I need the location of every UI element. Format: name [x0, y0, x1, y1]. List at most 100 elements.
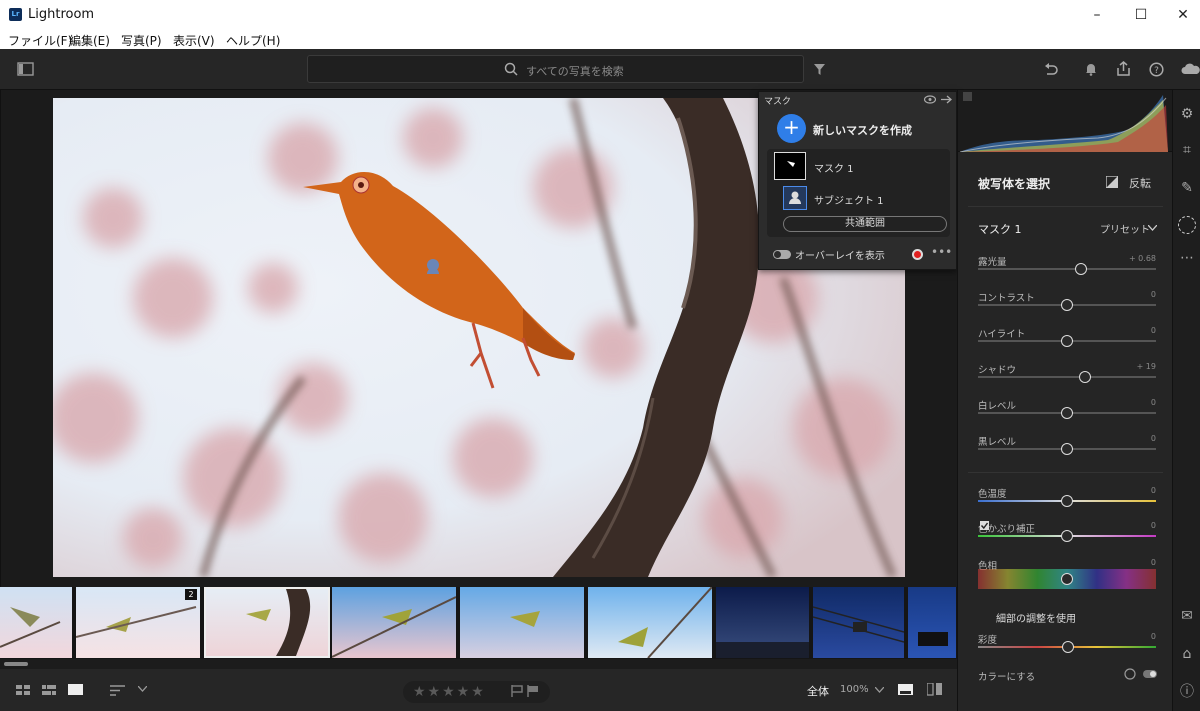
fit-label[interactable]: 全体: [807, 683, 829, 699]
tag-icon[interactable]: ⌂: [1179, 646, 1195, 662]
menu-edit[interactable]: 編集(E): [69, 32, 110, 49]
share-icon[interactable]: [1116, 61, 1131, 76]
slider-knob[interactable]: [1061, 335, 1073, 347]
clipping-shadow-toggle: [963, 92, 972, 101]
slider-5[interactable]: 黒レベル 0: [978, 434, 1158, 464]
bell-icon[interactable]: [1085, 62, 1097, 76]
app-logo: Lr: [9, 8, 22, 21]
slider-6[interactable]: 色温度 0: [978, 486, 1158, 516]
help-icon[interactable]: ?: [1149, 62, 1164, 77]
menu-photo[interactable]: 写真(P): [121, 32, 162, 49]
slider-0[interactable]: 露光量 + 0.68: [978, 254, 1158, 284]
filmstrip-thumb[interactable]: [813, 587, 906, 658]
filmstrip-thumb[interactable]: [460, 587, 586, 658]
filmstrip-thumb[interactable]: 2: [76, 587, 202, 658]
zoom-level[interactable]: 100%: [840, 684, 869, 695]
undo-icon[interactable]: [1044, 63, 1058, 76]
invert-label[interactable]: 反転: [1129, 175, 1151, 191]
info-icon[interactable]: ⓘ: [1179, 684, 1195, 700]
slider-knob[interactable]: [1061, 495, 1073, 507]
flag-pick-icon[interactable]: [511, 685, 523, 697]
fine-adjust-label: 細部の調整を使用: [996, 614, 1076, 625]
filmstrip-thumb[interactable]: [332, 587, 458, 658]
slider-track[interactable]: [978, 268, 1156, 270]
detail-view-icon[interactable]: [68, 684, 84, 696]
mask-1-label[interactable]: マスク 1: [814, 160, 854, 175]
edit-panel: 被写体を選択 反転 マスク 1 プリセット 露光量 + 0.68 コントラスト 0 ハイ…: [957, 90, 1173, 711]
stack-count-badge: 2: [185, 589, 197, 600]
slider-7[interactable]: 色かぶり補正 0: [978, 521, 1158, 551]
search-placeholder: すべての写真を検索: [526, 65, 624, 78]
healing-icon[interactable]: ✎: [1179, 180, 1195, 196]
photo-grid-icon[interactable]: [42, 685, 57, 696]
slider-track[interactable]: [978, 376, 1156, 378]
filmstrip-thumb[interactable]: [908, 587, 957, 658]
eye-icon[interactable]: [924, 95, 936, 104]
overlay-toggle[interactable]: [773, 250, 791, 259]
tool-rail: ⚙ ⌗ ✎ ⋯ ✉ ⌂ ⓘ: [1172, 90, 1200, 711]
select-subject-label[interactable]: 被写体を選択: [978, 175, 1050, 192]
slider-knob[interactable]: [1061, 299, 1073, 311]
more-tools-icon[interactable]: ⋯: [1179, 250, 1195, 266]
close-button[interactable]: ✕: [1168, 4, 1198, 26]
filmstrip-thumb[interactable]: [716, 587, 811, 658]
slider-knob[interactable]: [1061, 407, 1073, 419]
new-mask-button[interactable]: +: [777, 114, 806, 143]
overlay-label: オーバーレイを表示: [795, 251, 885, 262]
menu-help[interactable]: ヘルプ(H): [226, 32, 280, 49]
filmstrip-thumb-selected[interactable]: [204, 587, 330, 658]
slider-3[interactable]: シャドウ + 19: [978, 362, 1158, 392]
maximize-button[interactable]: ☐: [1126, 4, 1156, 26]
edit-sliders-icon[interactable]: ⚙: [1179, 106, 1195, 122]
colorize-toggle[interactable]: [1143, 670, 1157, 678]
scrollbar-thumb[interactable]: [4, 662, 28, 666]
svg-text:?: ?: [1154, 66, 1159, 76]
preset-dropdown[interactable]: プリセット: [1100, 221, 1150, 236]
chevron-down-icon[interactable]: [138, 686, 147, 692]
sort-icon[interactable]: [110, 685, 126, 696]
filter-icon[interactable]: [813, 63, 826, 76]
filmstrip-thumb[interactable]: [588, 587, 714, 658]
overlay-info-icon[interactable]: [898, 684, 914, 696]
comment-icon[interactable]: ✉: [1179, 608, 1195, 624]
menu-file[interactable]: ファイル(F): [8, 32, 72, 49]
slider-4[interactable]: 白レベル 0: [978, 398, 1158, 428]
divider: [968, 472, 1163, 473]
mask-1-thumbnail[interactable]: [774, 152, 806, 180]
person-icon: [789, 191, 801, 204]
search-input[interactable]: すべての写真を検索: [307, 55, 804, 83]
crop-icon[interactable]: ⌗: [1179, 142, 1195, 158]
slider-2[interactable]: ハイライト 0: [978, 326, 1158, 356]
new-mask-label[interactable]: 新しいマスクを作成: [813, 122, 912, 138]
slider-knob[interactable]: [1075, 263, 1087, 275]
invert-icon[interactable]: [1106, 176, 1118, 188]
masking-icon[interactable]: [1178, 216, 1196, 234]
cloud-icon[interactable]: [1181, 63, 1200, 75]
flag-reject-icon[interactable]: [527, 685, 539, 697]
color-swatch-icon[interactable]: [1124, 668, 1136, 680]
filmstrip-thumb[interactable]: [0, 587, 74, 658]
slider-knob[interactable]: [1079, 371, 1091, 383]
saturation-slider[interactable]: 彩度 0: [978, 632, 1158, 662]
minimize-button[interactable]: –: [1082, 4, 1112, 26]
chevron-down-icon[interactable]: [1148, 225, 1157, 231]
common-range-button[interactable]: 共通範囲: [783, 216, 947, 232]
slider-knob[interactable]: [1061, 530, 1073, 542]
subject-1-label[interactable]: サブジェクト 1: [814, 192, 884, 207]
slider-1[interactable]: コントラスト 0: [978, 290, 1158, 320]
menu-view[interactable]: 表示(V): [173, 32, 215, 49]
zoom-chevron-icon[interactable]: [875, 687, 884, 693]
more-options-icon[interactable]: •••: [931, 245, 952, 259]
slider-knob[interactable]: [1061, 573, 1073, 585]
slider-8[interactable]: 色相 0: [978, 558, 1158, 589]
slider-knob[interactable]: [1061, 443, 1073, 455]
top-toolbar: すべての写真を検索 ?: [0, 49, 1200, 90]
compare-view-icon[interactable]: [927, 683, 943, 696]
subject-1-thumbnail[interactable]: [783, 186, 807, 210]
arrow-right-icon[interactable]: [941, 95, 953, 104]
square-grid-icon[interactable]: [16, 685, 31, 696]
overlay-color-swatch[interactable]: [912, 249, 923, 260]
fine-adjust-checkbox[interactable]: [980, 521, 989, 530]
panel-toggle-icon[interactable]: [17, 62, 34, 76]
filmstrip-scrollbar[interactable]: [0, 659, 957, 669]
